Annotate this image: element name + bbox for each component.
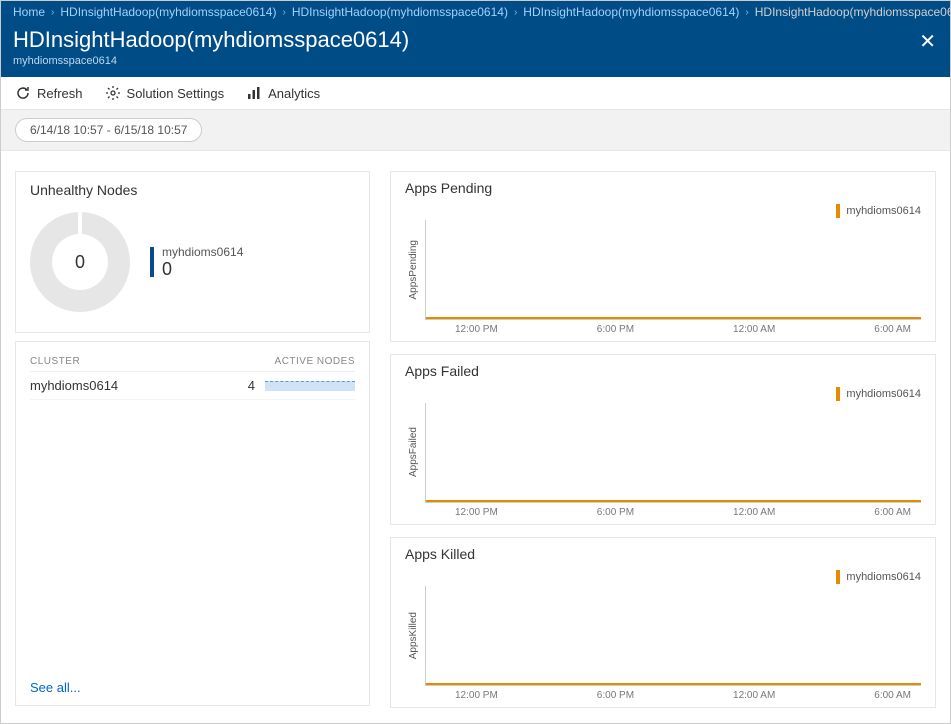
apps-failed-card[interactable]: Apps Failed myhdioms0614 AppsFailed 12:0… bbox=[390, 354, 936, 525]
card-title: Apps Pending bbox=[405, 180, 921, 196]
analytics-icon bbox=[246, 85, 262, 101]
filter-bar: 6/14/18 10:57 - 6/15/18 10:57 bbox=[1, 110, 950, 151]
legend-label: myhdioms0614 bbox=[162, 245, 243, 259]
table-row[interactable]: myhdioms0614 4 bbox=[30, 372, 355, 400]
chevron-right-icon: › bbox=[51, 7, 54, 18]
bar-mini-icon bbox=[265, 381, 355, 391]
legend-swatch-icon bbox=[150, 247, 154, 277]
series-line bbox=[426, 683, 921, 685]
content: Unhealthy Nodes 0 myhdioms0614 0 CL bbox=[1, 151, 950, 720]
x-tick: 12:00 PM bbox=[455, 324, 498, 335]
breadcrumb-link[interactable]: Home bbox=[13, 5, 45, 19]
unhealthy-nodes-card[interactable]: Unhealthy Nodes 0 myhdioms0614 0 bbox=[15, 171, 370, 333]
solution-settings-button[interactable]: Solution Settings bbox=[105, 85, 225, 101]
line-chart: AppsKilled bbox=[425, 586, 921, 686]
card-title: Apps Killed bbox=[405, 546, 921, 562]
legend-swatch-icon bbox=[836, 570, 840, 584]
legend-label: myhdioms0614 bbox=[846, 388, 921, 400]
x-tick: 6:00 AM bbox=[874, 324, 911, 335]
x-axis: 12:00 PM 6:00 PM 12:00 AM 6:00 AM bbox=[425, 324, 921, 335]
x-tick: 6:00 PM bbox=[597, 507, 634, 518]
card-title: Unhealthy Nodes bbox=[30, 182, 355, 198]
card-title: Apps Failed bbox=[405, 363, 921, 379]
left-column: Unhealthy Nodes 0 myhdioms0614 0 CL bbox=[15, 171, 370, 706]
refresh-icon bbox=[15, 85, 31, 101]
x-tick: 12:00 PM bbox=[455, 690, 498, 701]
legend-label: myhdioms0614 bbox=[846, 571, 921, 583]
chevron-right-icon: › bbox=[514, 7, 517, 18]
x-tick: 12:00 AM bbox=[733, 324, 775, 335]
see-all-link[interactable]: See all... bbox=[30, 670, 355, 695]
donut-chart: 0 myhdioms0614 0 bbox=[30, 206, 355, 322]
page-subtitle: myhdiomsspace0614 bbox=[13, 55, 938, 67]
close-icon[interactable]: ✕ bbox=[919, 29, 936, 54]
apps-killed-card[interactable]: Apps Killed myhdioms0614 AppsKilled 12:0… bbox=[390, 537, 936, 708]
cell-bar bbox=[265, 381, 355, 391]
table-header: CLUSTER ACTIVE NODES bbox=[30, 352, 355, 372]
breadcrumb-link[interactable]: HDInsightHadoop(myhdiomsspace0614) bbox=[60, 5, 276, 19]
legend-value: 0 bbox=[162, 259, 243, 280]
x-tick: 6:00 AM bbox=[874, 507, 911, 518]
x-tick: 12:00 AM bbox=[733, 507, 775, 518]
cell-cluster: myhdioms0614 bbox=[30, 378, 235, 393]
gear-icon bbox=[105, 85, 121, 101]
chevron-right-icon: › bbox=[745, 7, 748, 18]
breadcrumb: Home › HDInsightHadoop(myhdiomsspace0614… bbox=[1, 1, 950, 23]
toolbar: Refresh Solution Settings Analytics bbox=[1, 77, 950, 110]
x-tick: 6:00 PM bbox=[597, 324, 634, 335]
legend-swatch-icon bbox=[836, 204, 840, 218]
cell-active: 4 bbox=[235, 378, 265, 393]
x-axis: 12:00 PM 6:00 PM 12:00 AM 6:00 AM bbox=[425, 507, 921, 518]
chart-legend: myhdioms0614 bbox=[405, 387, 921, 401]
chart-legend: myhdioms0614 bbox=[405, 204, 921, 218]
x-tick: 6:00 PM bbox=[597, 690, 634, 701]
legend-label: myhdioms0614 bbox=[846, 205, 921, 217]
donut-center-value: 0 bbox=[30, 212, 130, 312]
line-chart: AppsFailed bbox=[425, 403, 921, 503]
settings-label: Solution Settings bbox=[127, 86, 225, 101]
right-column: Apps Pending myhdioms0614 AppsPending 12… bbox=[390, 171, 936, 706]
chart-legend: myhdioms0614 bbox=[405, 570, 921, 584]
cluster-table-card: CLUSTER ACTIVE NODES myhdioms0614 4 See … bbox=[15, 341, 370, 706]
y-axis-label: AppsKilled bbox=[408, 586, 419, 685]
legend-item: myhdioms0614 0 bbox=[150, 245, 243, 280]
col-cluster: CLUSTER bbox=[30, 356, 80, 367]
breadcrumb-link[interactable]: HDInsightHadoop(myhdiomsspace0614) bbox=[523, 5, 739, 19]
x-axis: 12:00 PM 6:00 PM 12:00 AM 6:00 AM bbox=[425, 690, 921, 701]
y-axis-label: AppsPending bbox=[408, 220, 419, 319]
legend-swatch-icon bbox=[836, 387, 840, 401]
analytics-label: Analytics bbox=[268, 86, 320, 101]
y-axis-label: AppsFailed bbox=[408, 403, 419, 502]
x-tick: 6:00 AM bbox=[874, 690, 911, 701]
breadcrumb-current: HDInsightHadoop(myhdiomsspace0614) bbox=[755, 5, 950, 19]
chevron-right-icon: › bbox=[282, 7, 285, 18]
analytics-button[interactable]: Analytics bbox=[246, 85, 320, 101]
refresh-label: Refresh bbox=[37, 86, 83, 101]
refresh-button[interactable]: Refresh bbox=[15, 85, 83, 101]
series-line bbox=[426, 500, 921, 502]
breadcrumb-link[interactable]: HDInsightHadoop(myhdiomsspace0614) bbox=[292, 5, 508, 19]
x-tick: 12:00 PM bbox=[455, 507, 498, 518]
page-header: HDInsightHadoop(myhdiomsspace0614) myhdi… bbox=[1, 23, 950, 77]
line-chart: AppsPending bbox=[425, 220, 921, 320]
donut-icon: 0 bbox=[30, 212, 130, 312]
col-active-nodes: ACTIVE NODES bbox=[275, 356, 355, 367]
x-tick: 12:00 AM bbox=[733, 690, 775, 701]
page-title: HDInsightHadoop(myhdiomsspace0614) bbox=[13, 27, 938, 53]
apps-pending-card[interactable]: Apps Pending myhdioms0614 AppsPending 12… bbox=[390, 171, 936, 342]
series-line bbox=[426, 317, 921, 319]
time-range-pill[interactable]: 6/14/18 10:57 - 6/15/18 10:57 bbox=[15, 118, 202, 142]
